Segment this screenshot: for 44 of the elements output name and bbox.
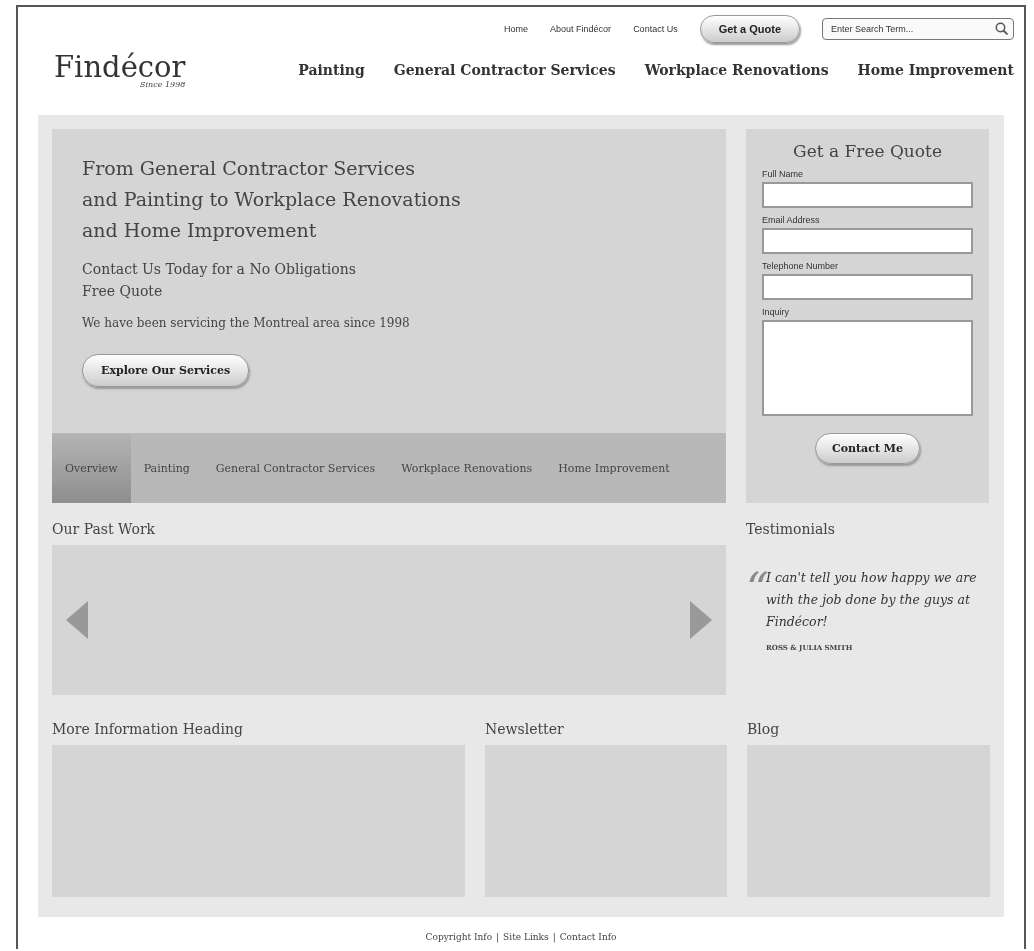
nav-link[interactable]: Workplace Renovations [644, 62, 829, 78]
field-label: Full Name [762, 169, 804, 179]
tab[interactable]: Overview [52, 433, 131, 503]
tab[interactable]: Home Improvement [545, 433, 683, 503]
field-label: Inquiry [762, 307, 790, 317]
testimonial-quote: I can't tell you how happy we are with the job done by the guys at Findécor! [766, 569, 978, 631]
input-field[interactable] [762, 182, 973, 208]
section-heading: Testimonials [746, 521, 837, 539]
separator: | [552, 932, 556, 942]
form-title: Get a Free Quote [792, 141, 943, 161]
search-field[interactable]: Enter Search Term... [822, 18, 1014, 40]
field-label: Telephone Number [762, 261, 840, 271]
footer-link[interactable]: Copyright Info [425, 932, 493, 942]
hero-note: We have been servicing the Montreal area since 1998 [82, 316, 411, 330]
hero-subheadline: Contact Us Today for a No Obligations Free Quote [82, 260, 357, 301]
hero-headline: From General Contractor Services and Painting to Workplace Renovations and Home Improvement [82, 156, 462, 243]
explore-button[interactable]: Explore Our Services [82, 354, 250, 387]
field-label: Email Address [762, 215, 821, 225]
footer-link[interactable]: Site Links [503, 932, 549, 942]
left-arrow-icon[interactable] [66, 601, 88, 639]
section-heading: Blog [747, 720, 781, 739]
tab[interactable]: General Contractor Services [202, 433, 389, 503]
nav-link[interactable]: Home Improvement [857, 62, 1014, 78]
separator: | [496, 932, 500, 942]
top-link[interactable]: Home [504, 24, 529, 34]
input-field[interactable] [762, 228, 973, 254]
footer-link[interactable]: Contact Info [559, 932, 617, 942]
quote-button[interactable]: Get a Quote [699, 15, 800, 43]
section-heading: More Information Heading [52, 720, 244, 739]
nav-link[interactable]: General Contractor Services [393, 62, 616, 78]
input-field[interactable] [762, 274, 973, 300]
tab[interactable]: Painting [130, 433, 203, 503]
top-link[interactable]: Contact Us [633, 24, 678, 34]
section-heading: Our Past Work [52, 520, 157, 539]
contact-button[interactable]: Contact Me [814, 433, 921, 464]
top-link[interactable]: About Findécor [550, 24, 612, 34]
search-icon[interactable] [995, 22, 1008, 35]
nav-link[interactable]: Painting [298, 62, 365, 78]
inquiry-field[interactable] [762, 320, 973, 416]
tagline: Since 1998 [140, 80, 186, 89]
tab[interactable]: Workplace Renovations [388, 433, 546, 503]
section-heading: Newsletter [485, 720, 565, 739]
right-arrow-icon[interactable] [690, 601, 712, 639]
logo[interactable]: Findécor [54, 53, 186, 82]
